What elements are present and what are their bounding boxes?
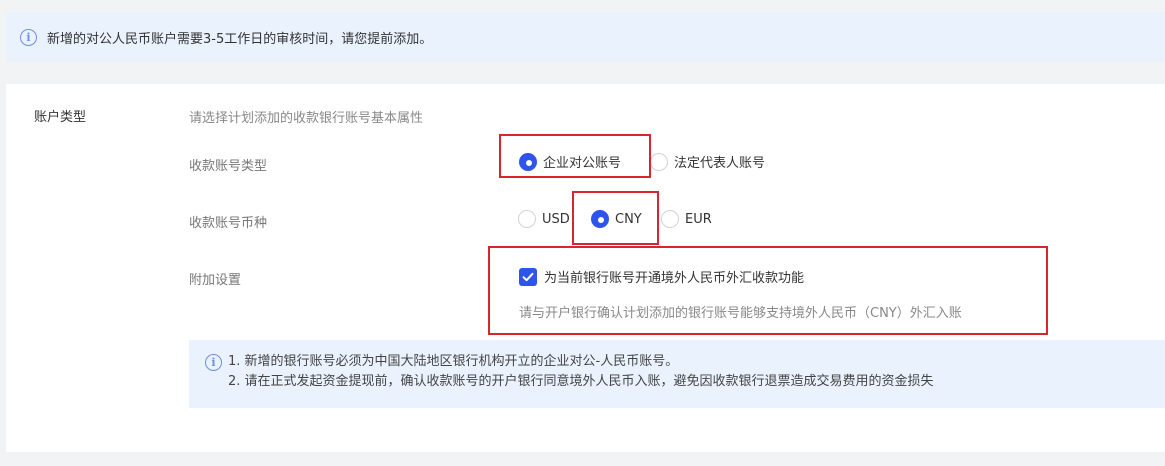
receive-account-type-label: 收款账号类型 bbox=[189, 159, 268, 174]
radio-unchecked-icon[interactable] bbox=[518, 210, 536, 228]
account-form-card: 账户类型 请选择计划添加的收款银行账号基本属性 收款账号类型 企业对公账号 法定… bbox=[6, 84, 1165, 452]
info-icon: i bbox=[20, 28, 37, 46]
radio-currency-usd-label: USD bbox=[542, 211, 570, 227]
foreign-rmb-checkbox-label: 为当前银行账号开通境外人民币外汇收款功能 bbox=[544, 271, 805, 286]
radio-legal-rep-account[interactable]: 法定代表人账号 bbox=[650, 152, 765, 171]
top-notice-area: i 新增的对公人民币账户需要3-5工作日的审核时间，请您提前添加。 bbox=[0, 0, 1165, 66]
additional-settings-label: 附加设置 bbox=[189, 273, 242, 288]
account-type-hint: 请选择计划添加的收款银行账号基本属性 bbox=[189, 111, 424, 126]
foreign-rmb-checkbox[interactable]: 为当前银行账号开通境外人民币外汇收款功能 bbox=[519, 267, 804, 286]
bottom-notice-lines: 1. 新增的银行账号必须为中国大陆地区银行机构开立的企业对公-人民币账号。 2.… bbox=[228, 352, 934, 408]
top-notice-text: 新增的对公人民币账户需要3-5工作日的审核时间，请您提前添加。 bbox=[47, 31, 433, 47]
radio-checked-icon[interactable] bbox=[519, 152, 537, 171]
bottom-notice-banner: i 1. 新增的银行账号必须为中国大陆地区银行机构开立的企业对公-人民币账号。 … bbox=[189, 340, 1165, 408]
checkbox-checked-icon[interactable] bbox=[519, 267, 537, 286]
radio-currency-eur-label: EUR bbox=[685, 211, 712, 227]
radio-currency-cny[interactable]: CNY bbox=[591, 210, 642, 228]
radio-currency-usd[interactable]: USD bbox=[518, 210, 570, 228]
bottom-notice-line-2: 2. 请在正式发起资金提现前，确认收款账号的开户银行同意境外人民币入账，避免因收… bbox=[228, 374, 934, 389]
currency-label: 收款账号币种 bbox=[189, 216, 268, 231]
radio-legal-rep-account-label: 法定代表人账号 bbox=[674, 156, 766, 171]
radio-unchecked-icon[interactable] bbox=[650, 152, 668, 171]
top-notice-banner: i 新增的对公人民币账户需要3-5工作日的审核时间，请您提前添加。 bbox=[6, 12, 1165, 62]
bottom-notice-line-1: 1. 新增的银行账号必须为中国大陆地区银行机构开立的企业对公-人民币账号。 bbox=[228, 354, 679, 369]
radio-corporate-account-label: 企业对公账号 bbox=[543, 156, 622, 171]
foreign-rmb-hint: 请与开户银行确认计划添加的银行账号能够支持境外人民币（CNY）外汇入账 bbox=[519, 306, 962, 321]
checkmark-icon bbox=[522, 272, 534, 281]
highlight-box-additional bbox=[488, 246, 1048, 335]
radio-currency-cny-label: CNY bbox=[615, 211, 642, 227]
radio-corporate-account[interactable]: 企业对公账号 bbox=[519, 152, 621, 171]
account-type-label: 账户类型 bbox=[34, 110, 87, 125]
info-icon: i bbox=[205, 354, 222, 371]
radio-currency-eur[interactable]: EUR bbox=[661, 210, 712, 228]
radio-checked-icon[interactable] bbox=[591, 210, 609, 228]
radio-unchecked-icon[interactable] bbox=[661, 210, 679, 228]
